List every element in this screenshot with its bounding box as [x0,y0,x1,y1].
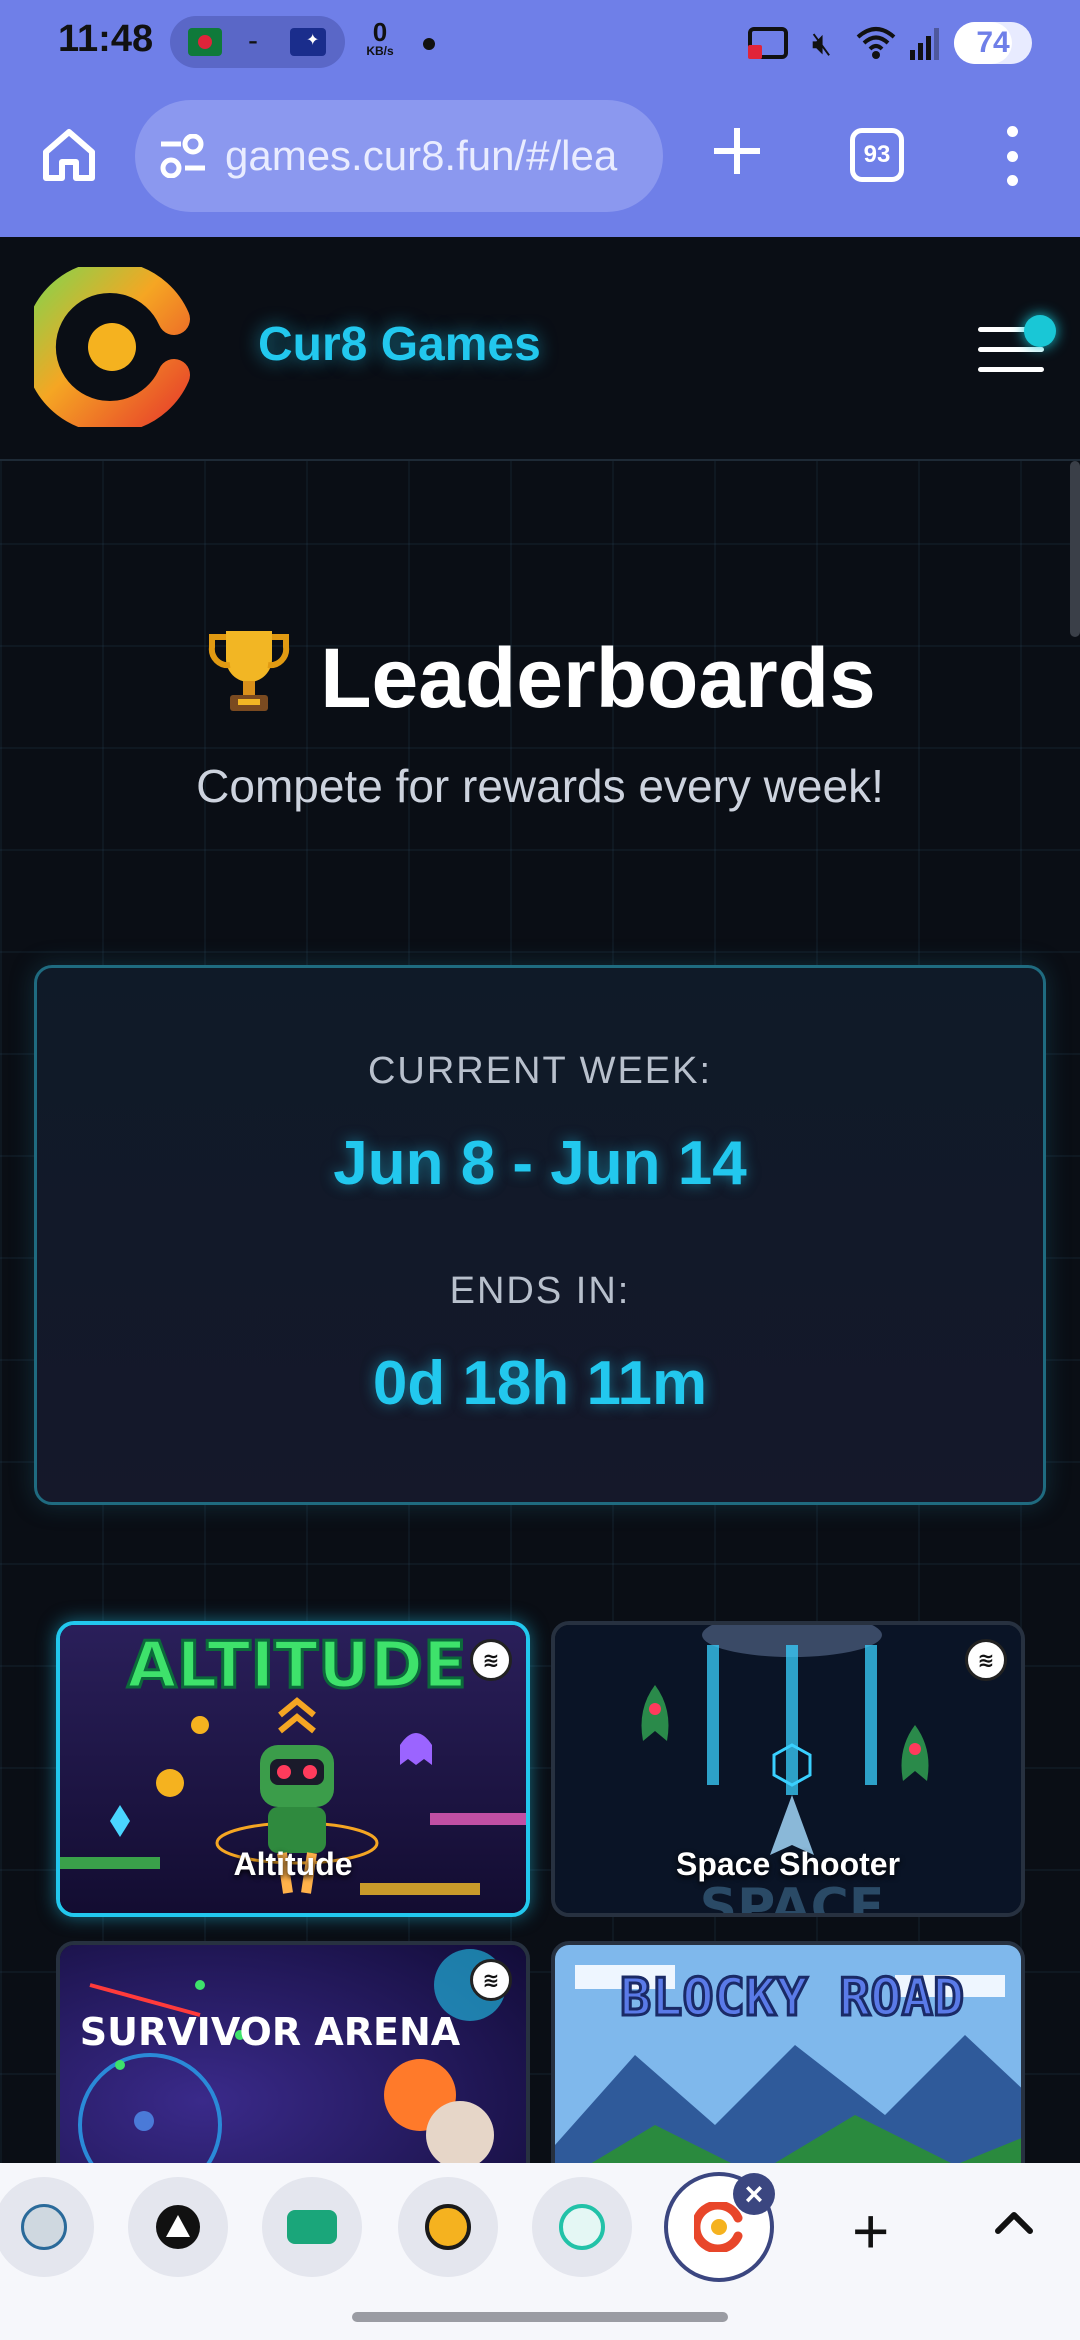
title-text: Leaderboards [320,631,876,725]
tune-icon[interactable] [159,134,207,178]
notification-dot-icon [423,38,435,50]
status-time: 11:48 [58,18,154,60]
game-card-altitude[interactable]: ALTITUDE ≋ Altitude [56,1621,530,1917]
tab-icon-3[interactable] [262,2177,362,2277]
australia-flag-icon [290,28,326,56]
game-card-space-shooter[interactable]: SPACE ≋ Space Shooter [551,1621,1025,1917]
chevron-up-icon[interactable] [994,2203,1034,2243]
home-icon [43,129,95,181]
browser-chrome: 11:48 - 0 KB/s 🔇︎ 74 [0,0,1080,237]
wave-favicon-icon [559,2204,605,2250]
ends-in-label: ENDS IN: [449,1270,631,1312]
tab-icon-5[interactable] [532,2177,632,2277]
current-week-label: CURRENT WEEK: [367,1050,713,1092]
steem-icon: ≋ [965,1639,1007,1681]
signal-icon [910,26,940,60]
battery-level: 74 [976,26,1010,59]
steem-hop-favicon-icon [425,2204,471,2250]
address-bar[interactable]: games.cur8.fun/#/lea [135,100,663,212]
steem-icon: ≋ [470,1639,512,1681]
network-pill: - [170,16,345,68]
more-vert-icon[interactable] [1000,126,1024,186]
home-button[interactable] [38,124,100,186]
url-text[interactable]: games.cur8.fun/#/lea [225,132,645,180]
new-tab-strip-button[interactable]: + [852,2199,889,2263]
speed-unit: KB/s [366,44,394,58]
page-title: Leaderboards [0,625,1080,727]
tab-icon-1[interactable] [0,2177,94,2277]
battery-indicator: 74 [954,22,1032,64]
page-subtitle: Compete for rewards every week! [196,760,884,812]
bangladesh-flag-icon [188,28,222,56]
network-speed: 0 KB/s [358,17,402,58]
network-dash: - [248,24,258,57]
home-indicator[interactable] [352,2312,728,2322]
altitude-art-text: ALTITUDE [127,1629,467,1703]
page-scrollbar[interactable] [1070,461,1080,637]
close-tab-icon[interactable]: × [733,2173,775,2215]
mute-icon: 🔇︎ [811,25,833,61]
week-info-card: CURRENT WEEK: Jun 8 - Jun 14 ENDS IN: 0d… [34,965,1046,1505]
cur8-favicon-icon [694,2202,743,2252]
plus-icon [714,128,760,174]
cast-icon [748,27,788,59]
blocky-art-text: BLOCKY ROAD [620,1968,964,2028]
game-name: Space Shooter [675,1846,901,1882]
trophy-icon [209,631,290,711]
wifi-icon [856,23,896,63]
cur8-logo[interactable] [34,267,190,427]
ends-in-value: 0d 18h 11m [372,1349,708,1418]
speed-value: 0 [372,17,388,47]
survivor-arena-thumbnail: SURVIVOR ARENA [60,1945,526,2163]
new-tab-button[interactable] [710,124,764,178]
d4-favicon-icon [287,2210,337,2244]
status-bar: 11:48 - 0 KB/s 🔇︎ 74 [0,0,1080,86]
tab-icon-4[interactable] [398,2177,498,2277]
game-card-blocky-road[interactable]: BLOCKY ROAD [551,1941,1025,2163]
game-name: Altitude [233,1846,353,1882]
browser-toolbar: games.cur8.fun/#/lea 93 [0,86,1080,237]
site-name[interactable]: Cur8 Games [258,317,541,372]
triangle-favicon-icon [156,2205,200,2249]
current-week-value: Jun 8 - Jun 14 [333,1129,747,1198]
menu-notification-dot [1024,315,1056,347]
tab-icon-2[interactable] [128,2177,228,2277]
survivor-art-text: SURVIVOR ARENA [80,2010,461,2054]
site-header: Cur8 Games [0,237,1080,461]
web-page: Cur8 Games Leaderboards Compete for rewa… [0,237,1080,2163]
blocky-road-thumbnail: BLOCKY ROAD [555,1945,1021,2163]
game-card-survivor-arena[interactable]: SURVIVOR ARENA ≋ [56,1941,530,2163]
space-art-text: SPACE [700,1878,885,1917]
steem-icon: ≋ [470,1959,512,2001]
tab-switcher-button[interactable]: 93 [850,128,904,182]
status-icons: 🔇︎ 74 [748,18,1032,68]
site-favicon-icon [21,2204,67,2250]
